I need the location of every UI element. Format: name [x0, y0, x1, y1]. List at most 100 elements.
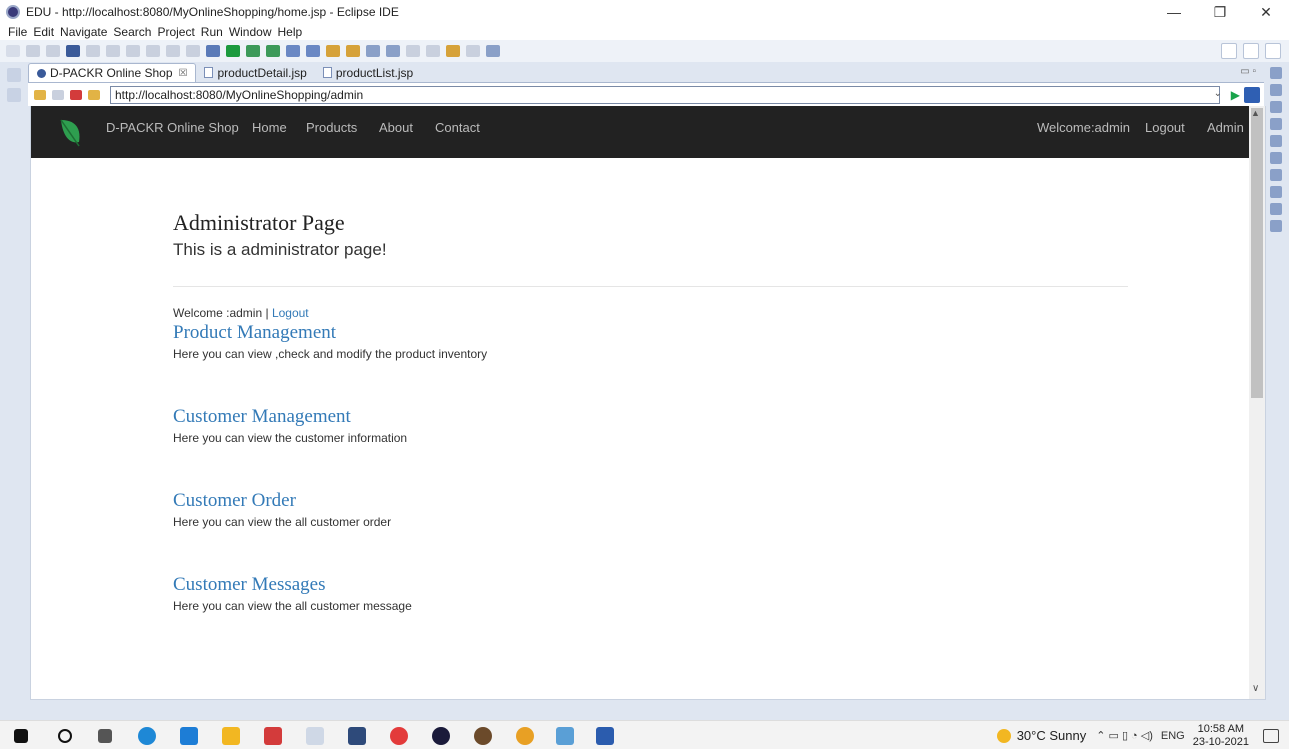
problems-icon[interactable] — [1270, 118, 1282, 130]
snippets-icon[interactable] — [1270, 220, 1282, 232]
external-browser-icon[interactable] — [1244, 87, 1260, 103]
stop-icon[interactable] — [70, 89, 82, 100]
save-all-icon[interactable] — [46, 45, 60, 57]
edge-icon[interactable] — [138, 727, 156, 745]
paint-icon[interactable] — [306, 727, 324, 745]
tab-online-shop[interactable]: D-PACKR Online Shop ☒ — [28, 63, 197, 82]
menu-navigate[interactable]: Navigate — [60, 25, 107, 39]
open-perspective-icon[interactable] — [1243, 43, 1259, 59]
maximize-button[interactable]: ❐ — [1197, 0, 1243, 24]
app-icon[interactable] — [556, 727, 574, 745]
task-list-icon[interactable] — [1270, 101, 1282, 113]
site-brand[interactable]: D-PACKR Online Shop — [106, 120, 239, 135]
tab-product-list[interactable]: productList.jsp — [315, 63, 421, 82]
chrome-icon[interactable] — [516, 727, 534, 745]
terminal-icon[interactable] — [66, 45, 80, 57]
suspend-icon[interactable] — [126, 45, 140, 57]
servers-icon[interactable] — [1270, 186, 1282, 198]
page-scrollbar[interactable]: ▲ ∨ — [1249, 106, 1265, 699]
scroll-up-icon[interactable]: ▲ — [1251, 108, 1260, 118]
prev-annotation-icon[interactable] — [426, 45, 440, 57]
nav-home[interactable]: Home — [252, 120, 287, 135]
new-class-icon[interactable] — [306, 45, 320, 57]
tray-icons[interactable]: ⌃ ▭ ▯ ◔ ◁) — [1096, 729, 1153, 742]
console-icon[interactable] — [1270, 169, 1282, 181]
customer-messages-link[interactable]: Customer Messages — [173, 574, 326, 596]
outline-icon[interactable] — [1270, 84, 1282, 96]
step-into-icon[interactable] — [166, 45, 180, 57]
language-indicator[interactable]: ENG — [1161, 730, 1185, 742]
terminate-icon[interactable] — [146, 45, 160, 57]
weather-widget[interactable]: 30°C Sunny — [996, 728, 1086, 743]
menu-window[interactable]: Window — [229, 25, 272, 39]
back-arrow-icon[interactable] — [34, 89, 46, 100]
customer-order-link[interactable]: Customer Order — [173, 490, 296, 512]
close-button[interactable]: ✕ — [1243, 0, 1289, 24]
nav-admin[interactable]: Admin — [1207, 120, 1244, 135]
nav-logout[interactable]: Logout — [1145, 120, 1185, 135]
opera-icon[interactable] — [390, 727, 408, 745]
forward-arrow-icon[interactable] — [52, 89, 64, 100]
new-icon[interactable] — [6, 45, 20, 57]
menu-edit[interactable]: Edit — [33, 25, 54, 39]
search-taskbar-icon[interactable] — [58, 729, 72, 743]
new-server-icon[interactable] — [286, 45, 300, 57]
skip-breakpoints-icon[interactable] — [86, 45, 100, 57]
menu-search[interactable]: Search — [113, 25, 151, 39]
close-tab-icon[interactable]: ☒ — [179, 68, 188, 79]
minimize-maximize-icon[interactable]: ▭ ▫ — [1240, 66, 1256, 77]
scroll-down-icon[interactable]: ∨ — [1252, 683, 1259, 694]
go-icon[interactable]: ▶ — [1231, 88, 1240, 102]
javadoc-icon[interactable] — [1270, 135, 1282, 147]
notification-icon[interactable] — [1263, 728, 1279, 743]
mcafee-icon[interactable] — [264, 727, 282, 745]
debug-icon[interactable] — [206, 45, 220, 57]
menu-project[interactable]: Project — [157, 25, 194, 39]
menu-help[interactable]: Help — [278, 25, 303, 39]
back-icon[interactable] — [446, 45, 460, 57]
clock[interactable]: 10:58 AM 23-10-2021 — [1193, 723, 1249, 749]
search-icon[interactable] — [1221, 43, 1237, 59]
lync-icon[interactable] — [180, 727, 198, 745]
nav-about[interactable]: About — [379, 120, 413, 135]
search-toolbar-icon[interactable] — [366, 45, 380, 57]
minimize-button[interactable]: — — [1151, 0, 1197, 24]
data-source-icon[interactable] — [1270, 203, 1282, 215]
scrollbar-thumb[interactable] — [1251, 108, 1263, 398]
file-explorer-icon[interactable] — [222, 727, 240, 745]
run-icon[interactable] — [226, 45, 240, 57]
nav-products[interactable]: Products — [306, 120, 357, 135]
pin-editor-icon[interactable] — [486, 45, 500, 57]
open-type-icon[interactable] — [326, 45, 340, 57]
package-explorer-icon[interactable] — [7, 88, 21, 102]
menu-run[interactable]: Run — [201, 25, 223, 39]
restore-icon[interactable] — [7, 68, 21, 82]
product-management-link[interactable]: Product Management — [173, 322, 336, 344]
save-icon[interactable] — [26, 45, 40, 57]
tab-product-detail[interactable]: productDetail.jsp — [196, 63, 314, 82]
sql-icon[interactable] — [348, 727, 366, 745]
eclipse-taskbar-icon[interactable] — [474, 727, 492, 745]
url-dropdown-icon[interactable]: ⌄ — [1214, 88, 1222, 99]
task-view-icon[interactable] — [98, 729, 112, 743]
resume-icon[interactable] — [106, 45, 120, 57]
menu-file[interactable]: File — [8, 25, 27, 39]
url-input[interactable] — [110, 86, 1220, 104]
restore-right-icon[interactable] — [1270, 67, 1282, 79]
declaration-icon[interactable] — [1270, 152, 1282, 164]
open-task-icon[interactable] — [346, 45, 360, 57]
next-annotation-icon[interactable] — [406, 45, 420, 57]
logout-link[interactable]: Logout — [272, 306, 309, 320]
step-over-icon[interactable] — [186, 45, 200, 57]
windows-start-icon[interactable] — [14, 729, 28, 743]
refresh-icon[interactable] — [88, 89, 100, 100]
media-icon[interactable] — [432, 727, 450, 745]
nav-contact[interactable]: Contact — [435, 120, 480, 135]
forward-icon[interactable] — [466, 45, 480, 57]
run-external-icon[interactable] — [246, 45, 260, 57]
customer-management-link[interactable]: Customer Management — [173, 406, 351, 428]
word-icon[interactable] — [596, 727, 614, 745]
coverage-icon[interactable] — [266, 45, 280, 57]
leaf-logo-icon[interactable] — [57, 116, 83, 148]
java-perspective-icon[interactable] — [1265, 43, 1281, 59]
